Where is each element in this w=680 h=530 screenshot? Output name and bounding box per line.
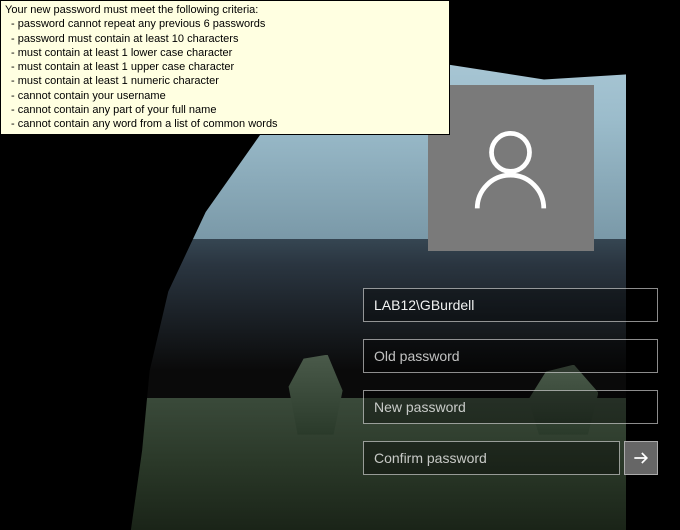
password-rule: - cannot contain any word from a list of… — [5, 117, 445, 131]
new-password-field[interactable] — [363, 390, 658, 424]
user-avatar — [428, 85, 594, 251]
password-rule: - must contain at least 1 lower case cha… — [5, 46, 445, 60]
login-panel — [363, 85, 658, 475]
confirm-password-field[interactable] — [363, 441, 620, 475]
password-rule: - password cannot repeat any previous 6 … — [5, 17, 445, 31]
arrow-right-icon — [631, 448, 651, 468]
password-rule: - cannot contain any part of your full n… — [5, 103, 445, 117]
user-icon — [463, 121, 558, 216]
submit-button[interactable] — [624, 441, 658, 475]
password-criteria-tooltip: Your new password must meet the followin… — [0, 0, 450, 135]
password-rule: - cannot contain your username — [5, 89, 445, 103]
old-password-field[interactable] — [363, 339, 658, 373]
tooltip-heading: Your new password must meet the followin… — [5, 3, 445, 17]
password-rule: - must contain at least 1 numeric charac… — [5, 74, 445, 88]
password-rule: - must contain at least 1 upper case cha… — [5, 60, 445, 74]
username-field[interactable] — [363, 288, 658, 322]
password-rule: - password must contain at least 10 char… — [5, 32, 445, 46]
